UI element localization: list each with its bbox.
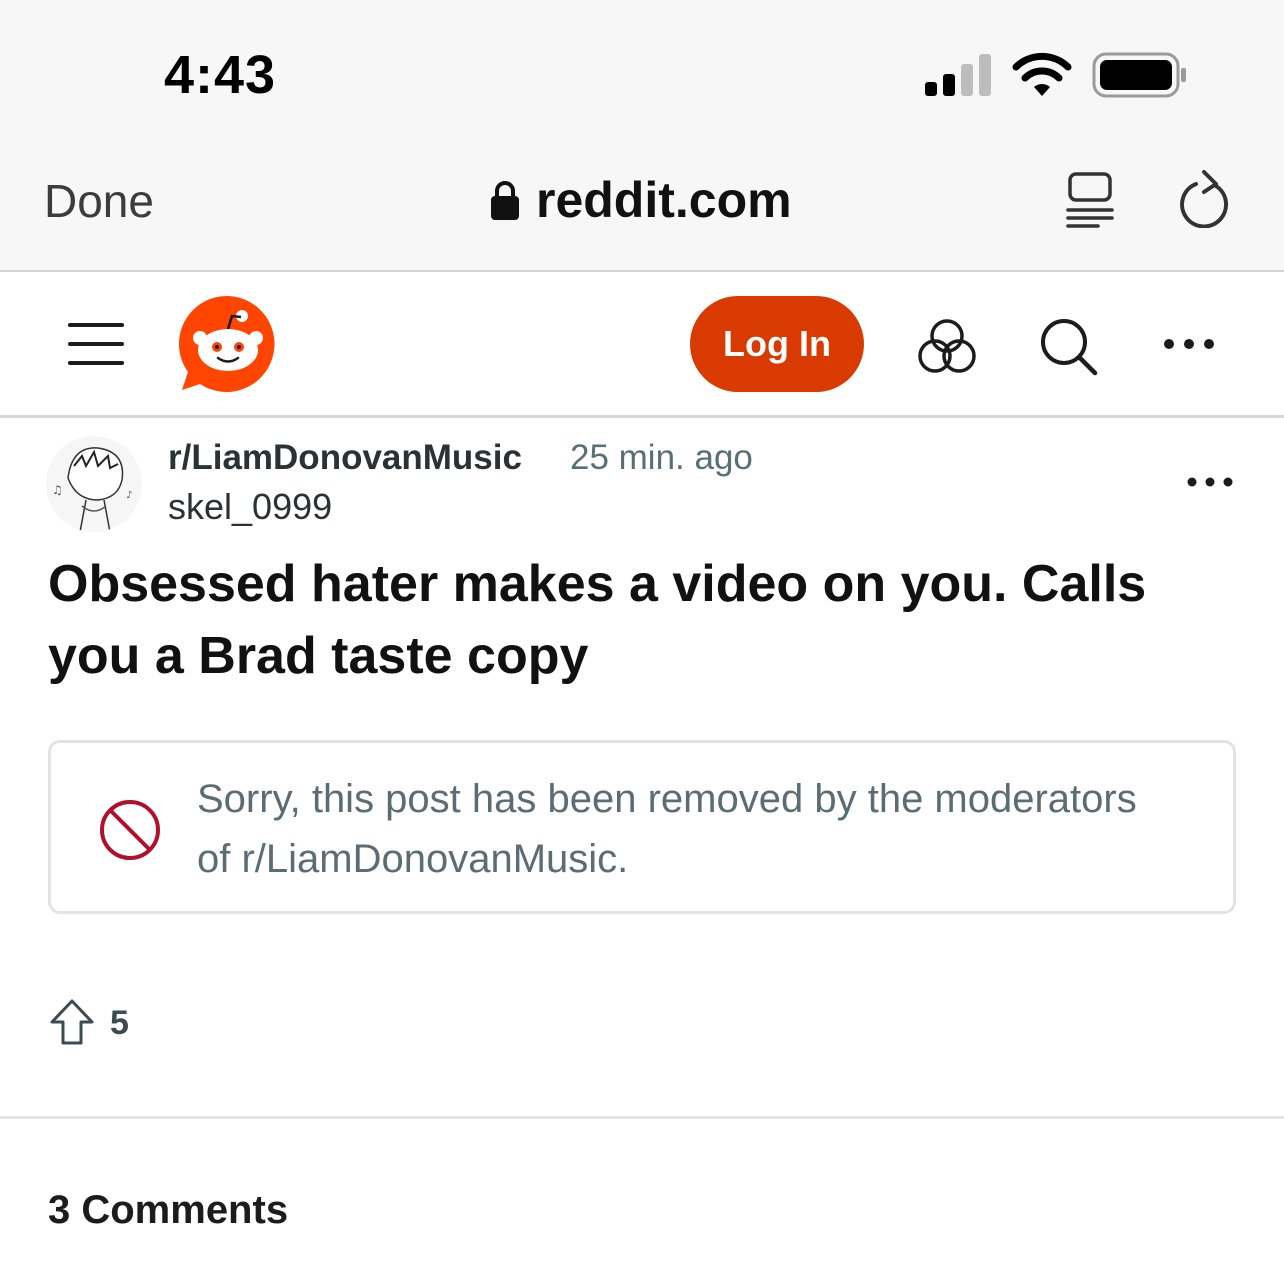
browser-toolbar: Done reddit.com [0, 140, 1284, 272]
post-more-icon[interactable] [1186, 472, 1234, 492]
post-time: 25 min. ago [570, 438, 753, 477]
vote-count: 5 [110, 1004, 129, 1042]
status-bar: 4:43 [0, 0, 1284, 140]
post-title: Obsessed hater makes a video on you. Cal… [48, 555, 1147, 685]
section-divider [0, 1116, 1284, 1119]
menu-icon[interactable] [68, 322, 124, 366]
log-in-button[interactable]: Log In [690, 296, 864, 392]
search-icon[interactable] [1038, 316, 1098, 376]
post-author[interactable]: skel_0999 [168, 486, 332, 528]
site-header: Log In [0, 274, 1284, 418]
battery-icon [1092, 52, 1186, 98]
wifi-icon [1012, 52, 1072, 96]
reader-icon[interactable] [1066, 172, 1114, 228]
address-bar[interactable]: reddit.com [490, 170, 792, 230]
subreddit-name[interactable]: r/LiamDonovanMusic [168, 438, 522, 478]
status-time: 4:43 [164, 45, 277, 105]
more-options-icon[interactable] [1162, 332, 1216, 356]
ban-icon [100, 800, 160, 860]
comments-heading: 3 Comments [48, 1188, 289, 1232]
upvote-icon[interactable] [48, 998, 96, 1046]
subreddit-avatar[interactable]: ♫ ♪ [46, 436, 142, 532]
reddit-logo[interactable] [178, 294, 278, 394]
svg-text:♫: ♫ [52, 483, 63, 497]
url-text: reddit.com [536, 172, 792, 228]
signal-icon [925, 54, 991, 96]
get-app-icon[interactable] [916, 318, 978, 374]
lock-icon [491, 181, 519, 220]
done-button[interactable]: Done [44, 174, 154, 228]
svg-text:♪: ♪ [126, 490, 132, 501]
reload-icon[interactable] [1178, 170, 1230, 228]
removed-message: Sorry, this post has been removed by the… [197, 777, 1137, 881]
removed-notice: Sorry, this post has been removed by the… [48, 740, 1236, 914]
avatar-sketch-icon: ♫ ♪ [46, 436, 142, 532]
